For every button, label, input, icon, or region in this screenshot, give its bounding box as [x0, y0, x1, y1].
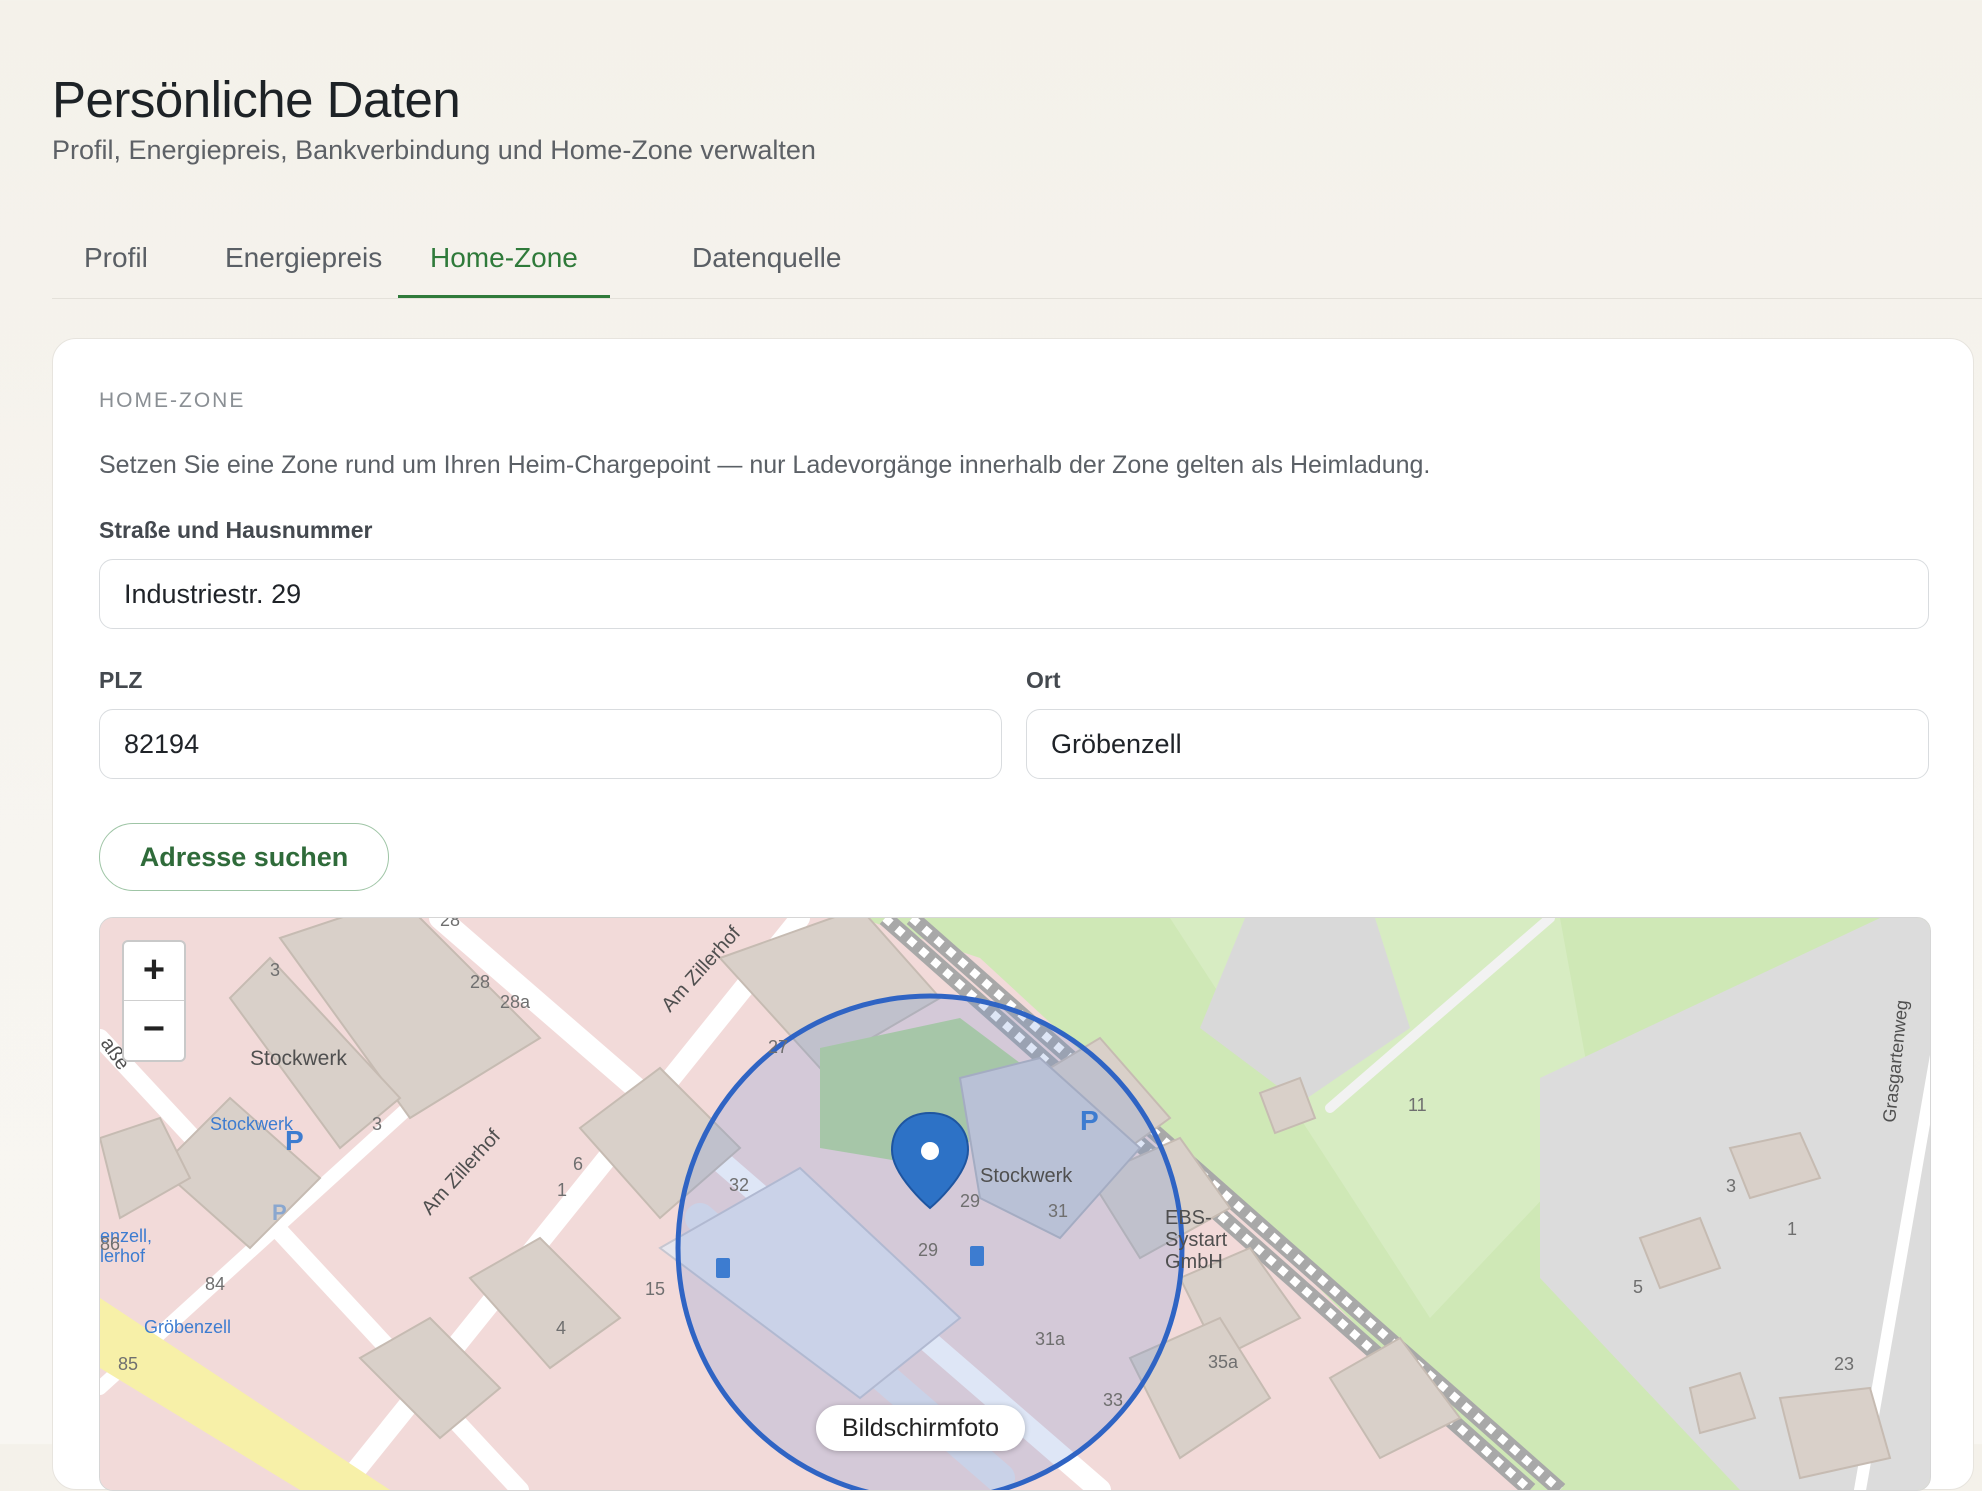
house-number: 84	[205, 1274, 225, 1294]
house-number: 35a	[1208, 1352, 1239, 1372]
parking-icon: P	[1080, 1105, 1099, 1136]
house-number: 5	[1633, 1277, 1643, 1297]
screenshot-tooltip: Bildschirmfoto	[816, 1405, 1025, 1451]
section-description: Setzen Sie eine Zone rund um Ihren Heim-…	[99, 451, 1431, 479]
parking-icon: P	[272, 1200, 287, 1225]
house-number: 1	[1787, 1219, 1797, 1239]
house-number: 86	[100, 1234, 120, 1254]
plz-input[interactable]	[99, 709, 1002, 779]
page-subtitle: Profil, Energiepreis, Bankverbindung und…	[52, 135, 816, 165]
house-number: 3	[270, 960, 280, 980]
house-number: 33	[1103, 1390, 1123, 1410]
house-number: 15	[645, 1279, 665, 1299]
map-canvas[interactable]: Stockwerk Stockwerk Stockwerk EBS- Systa…	[100, 918, 1930, 1490]
zoom-control: + −	[122, 940, 186, 1062]
street-input[interactable]	[99, 559, 1929, 629]
house-number: 31	[1048, 1201, 1068, 1221]
house-number: 23	[1834, 1354, 1854, 1374]
label-ebs-3: GmbH	[1165, 1251, 1223, 1273]
label-ebs-2: Systart	[1165, 1229, 1228, 1251]
house-number: 4	[556, 1318, 566, 1338]
house-number: 31a	[1035, 1329, 1066, 1349]
house-number: 3	[1726, 1176, 1736, 1196]
house-number: 3	[372, 1114, 382, 1134]
house-number: 85	[118, 1354, 138, 1374]
label-stockwerk-poi: Stockwerk	[210, 1114, 294, 1134]
plz-label: PLZ	[99, 667, 143, 693]
label-ebs-1: EBS-	[1165, 1207, 1212, 1229]
house-number: 27	[768, 1037, 788, 1057]
label-stockwerk-top: Stockwerk	[250, 1047, 347, 1070]
page-title: Persönliche Daten	[52, 71, 461, 128]
label-stockwerk-center: Stockwerk	[980, 1165, 1073, 1187]
tab-home-zone[interactable]: Home-Zone	[398, 228, 610, 298]
zoom-in-button[interactable]: +	[124, 942, 184, 1001]
house-number: 11	[1408, 1095, 1427, 1115]
house-number: 28	[440, 918, 460, 930]
zoom-out-button[interactable]: −	[124, 1001, 184, 1059]
street-label: Straße und Hausnummer	[99, 517, 373, 543]
tab-datenquelle[interactable]: Datenquelle	[692, 228, 841, 298]
house-number: 28a	[500, 992, 531, 1012]
search-address-button[interactable]: Adresse suchen	[99, 823, 389, 891]
house-number: 32	[729, 1175, 749, 1195]
tab-profil[interactable]: Profil	[84, 228, 148, 298]
label-groebenzell-3: Gröbenzell	[144, 1317, 231, 1337]
house-number: 6	[573, 1154, 583, 1174]
house-number: 29	[960, 1191, 980, 1211]
page-header: Persönliche Daten Profil, Energiepreis, …	[52, 70, 816, 166]
ort-label: Ort	[1026, 667, 1061, 693]
house-number: 29	[918, 1240, 938, 1260]
house-number: 1	[557, 1180, 567, 1200]
tab-energiepreis[interactable]: Energiepreis	[225, 228, 382, 298]
page: Persönliche Daten Profil, Energiepreis, …	[0, 0, 1982, 1491]
tab-bar: Profil Energiepreis Home-Zone Datenquell…	[52, 228, 1982, 299]
parking-icon: P	[285, 1125, 304, 1156]
ort-input[interactable]	[1026, 709, 1929, 779]
map[interactable]: Stockwerk Stockwerk Stockwerk EBS- Systa…	[99, 917, 1931, 1491]
home-zone-card: HOME-ZONE Setzen Sie eine Zone rund um I…	[52, 338, 1974, 1491]
house-number: 28	[470, 972, 490, 992]
section-label: HOME-ZONE	[99, 389, 246, 412]
